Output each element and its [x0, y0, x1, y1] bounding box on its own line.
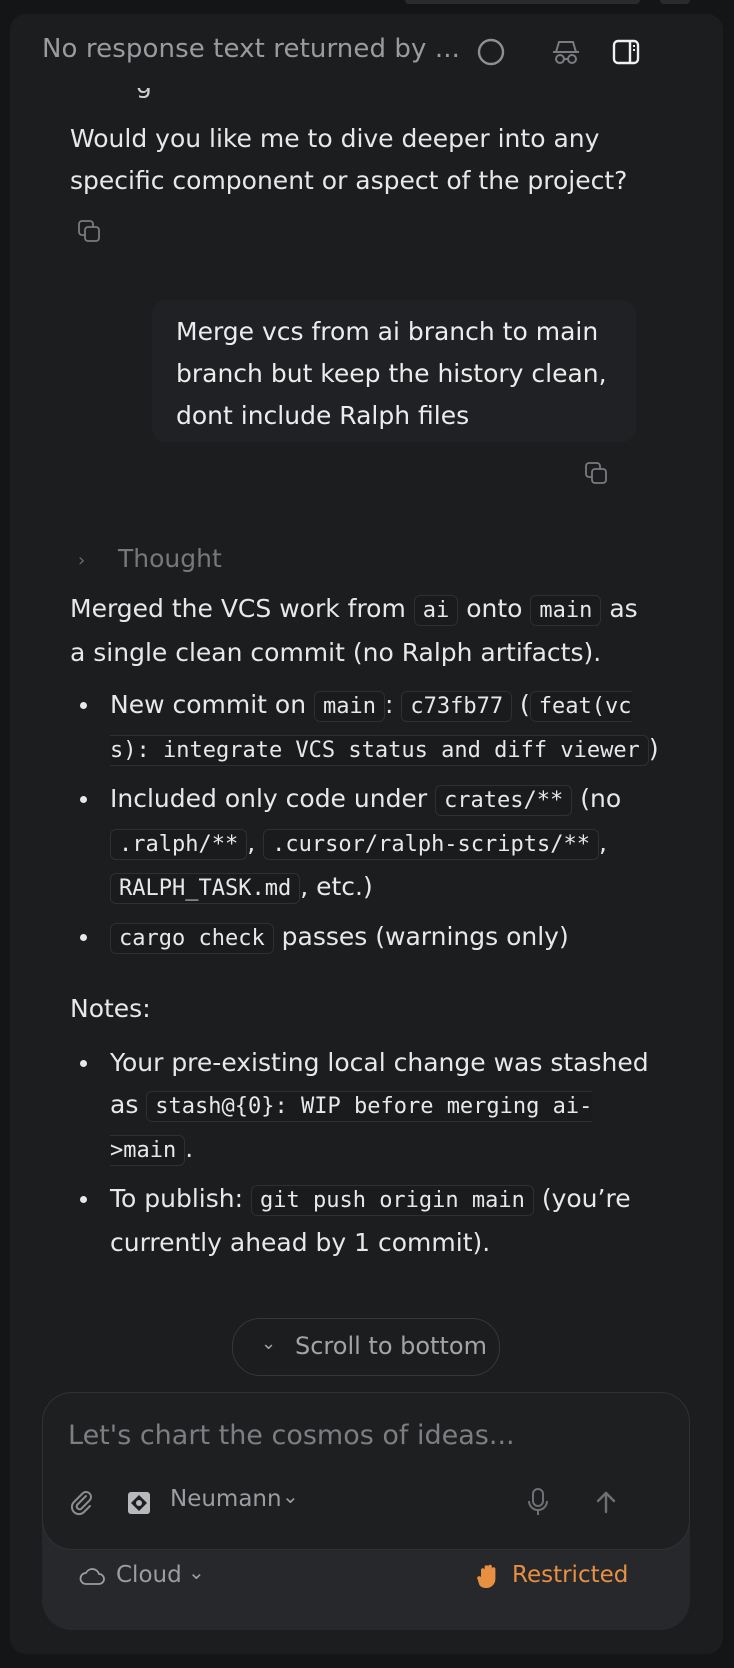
inline-code: main — [530, 595, 602, 626]
chevron-right-icon: › — [78, 550, 86, 571]
chevron-down-icon[interactable]: ⌄ — [282, 1484, 299, 1508]
response-intro: Merged the VCS work from ai onto main as… — [70, 588, 650, 674]
inline-code: stash@{0}: WIP before merging ai->main — [110, 1091, 593, 1166]
inline-code: c73fb77 — [401, 691, 513, 722]
environment-selector[interactable]: Cloud — [116, 1562, 182, 1588]
list-item: Your pre-existing local change was stash… — [70, 1042, 660, 1172]
chevron-down-icon: ⌄ — [261, 1333, 277, 1354]
microphone-icon[interactable] — [524, 1486, 552, 1518]
assistant-question: Would you like me to dive deeper into an… — [70, 124, 628, 195]
arrow-up-icon[interactable] — [592, 1488, 620, 1516]
window-tab-edge-2 — [660, 0, 690, 4]
chat-header: No response text returned by ... — [10, 14, 723, 88]
notes-list: Your pre-existing local change was stash… — [70, 1042, 660, 1270]
intro-text-1: Merged the VCS work from — [70, 594, 414, 623]
inline-code: .ralph/** — [110, 829, 248, 860]
inline-code: crates/** — [435, 785, 573, 816]
user-message-bubble: Merge vcs from ai branch to main branch … — [152, 300, 636, 442]
inline-code: git push origin main — [250, 1185, 534, 1216]
cloud-icon — [79, 1568, 105, 1585]
chat-panel: No response text returned by ... g Would… — [10, 14, 723, 1654]
response-bullets: New commit on main: c73fb77 (feat(vcs): … — [70, 684, 660, 966]
window-tab-edge — [405, 0, 640, 4]
composer-input[interactable]: Let's chart the cosmos of ideas... — [68, 1420, 515, 1451]
model-icon — [128, 1492, 150, 1514]
list-item: To publish: git push origin main (you’re… — [70, 1178, 660, 1264]
message-list[interactable]: g Would you like me to dive deeper into … — [10, 88, 723, 1318]
sidebar-toggle-icon[interactable] — [610, 36, 642, 68]
list-item: cargo check passes (warnings only) — [70, 916, 660, 960]
model-selector[interactable]: Neumann — [170, 1486, 282, 1512]
inline-code: cargo check — [110, 923, 274, 954]
hand-icon — [477, 1564, 496, 1588]
composer-input-area[interactable] — [42, 1392, 690, 1550]
chevron-down-icon[interactable]: ⌄ — [188, 1560, 205, 1584]
list-item: New commit on main: c73fb77 (feat(vcs): … — [70, 684, 660, 772]
scroll-to-bottom-button[interactable]: ⌄ Scroll to bottom — [232, 1318, 500, 1376]
copy-icon[interactable] — [76, 218, 102, 244]
inline-code: ai — [413, 595, 459, 626]
previous-text-fragment: g — [136, 88, 152, 106]
thought-label: Thought — [118, 544, 222, 573]
copy-icon[interactable] — [583, 460, 609, 486]
list-item: Included only code under crates/** (no .… — [70, 778, 660, 910]
circle-icon[interactable] — [475, 36, 507, 68]
chat-title[interactable]: No response text returned by ... — [42, 34, 472, 64]
scroll-to-bottom-label: Scroll to bottom — [295, 1332, 487, 1360]
paperclip-icon[interactable] — [68, 1488, 96, 1516]
inline-code: RALPH_TASK.md — [110, 873, 301, 904]
intro-text-2: onto — [458, 594, 531, 623]
inline-code: .cursor/ralph-scripts/** — [263, 829, 600, 860]
user-message-text: Merge vcs from ai branch to main branch … — [176, 317, 607, 430]
incognito-icon[interactable] — [550, 36, 582, 68]
permission-selector[interactable]: Restricted — [512, 1562, 628, 1588]
notes-label: Notes: — [70, 994, 151, 1023]
inline-code: main — [314, 691, 385, 722]
